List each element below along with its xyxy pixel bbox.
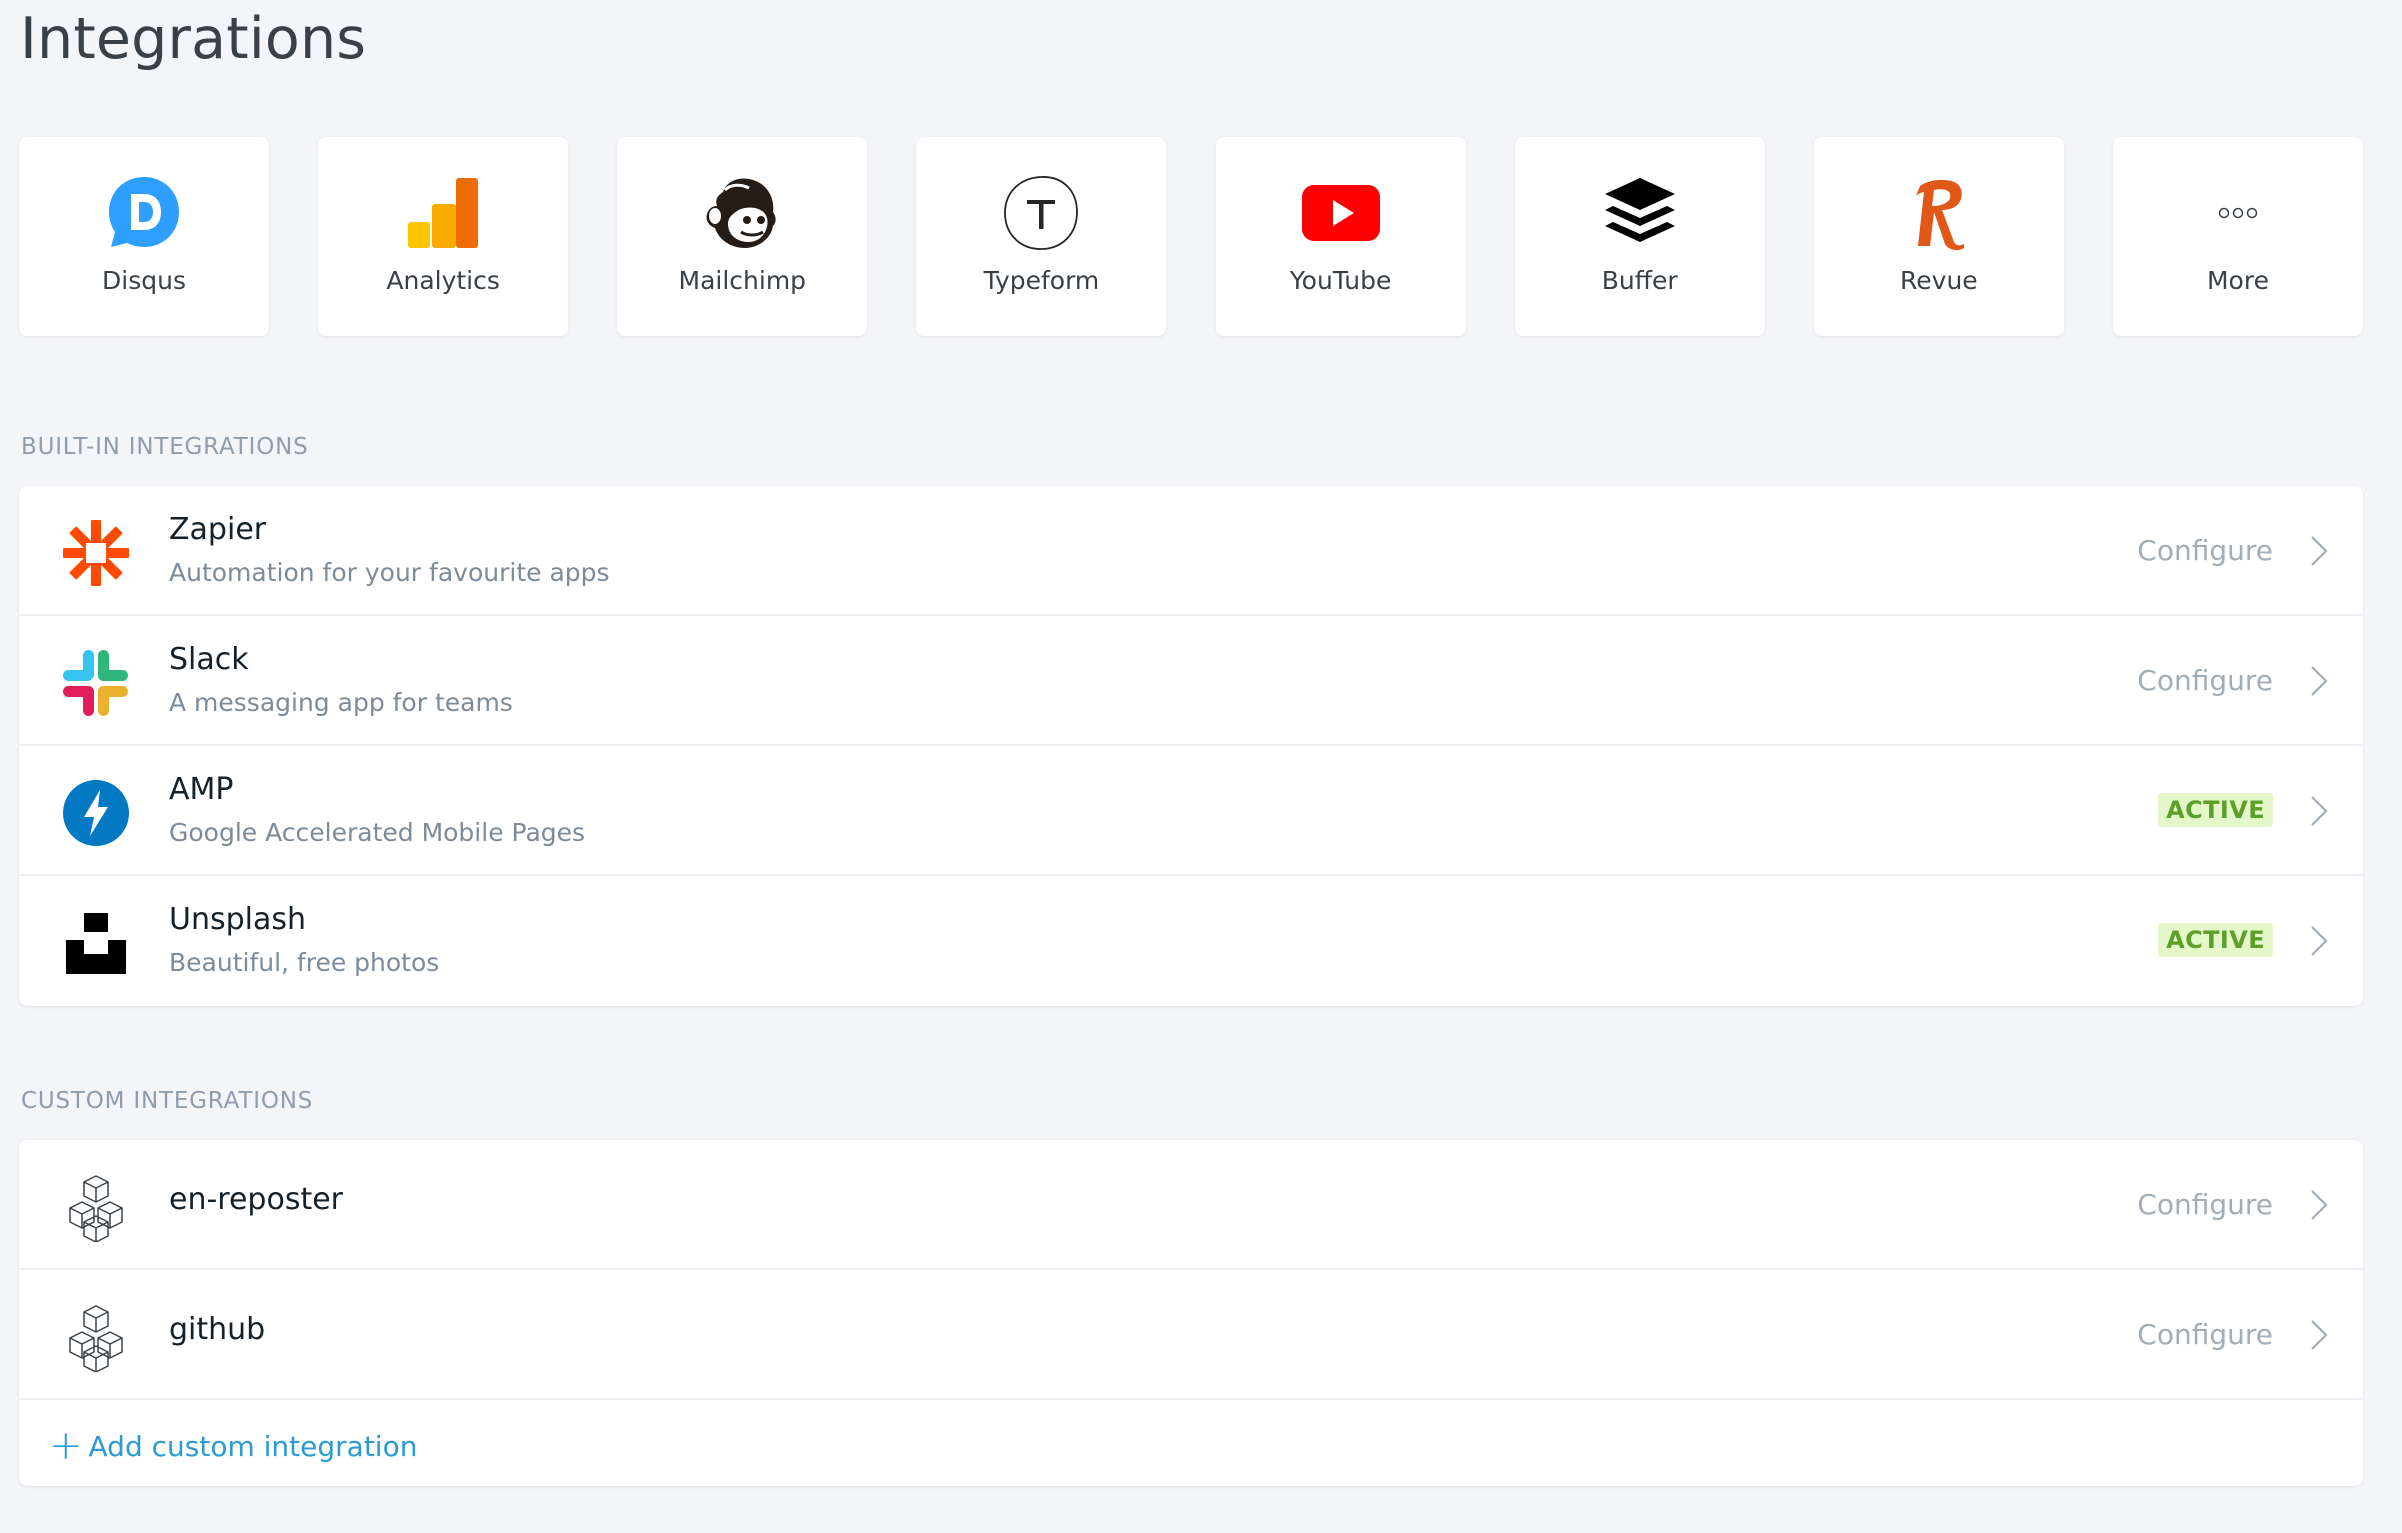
tile-typeform[interactable]: Typeform bbox=[916, 137, 1167, 336]
status-badge: ACTIVE bbox=[2158, 793, 2273, 827]
tile-mailchimp[interactable]: Mailchimp bbox=[617, 137, 868, 336]
page-title: Integrations bbox=[20, 6, 367, 72]
integration-row-unsplash[interactable]: Unsplash Beautiful, free photos ACTIVE bbox=[19, 876, 2363, 1006]
disqus-logo-icon bbox=[103, 172, 185, 254]
unsplash-logo-icon bbox=[61, 908, 131, 978]
cubes-icon bbox=[61, 1302, 131, 1372]
builtin-heading: BUILT-IN INTEGRATIONS bbox=[21, 434, 309, 460]
integration-name: AMP bbox=[169, 772, 234, 807]
integration-row-zapier[interactable]: Zapier Automation for your favourite app… bbox=[19, 486, 2363, 616]
integration-description: Google Accelerated Mobile Pages bbox=[169, 818, 586, 847]
configure-link[interactable]: Configure bbox=[2137, 534, 2273, 567]
zapier-logo-icon bbox=[61, 518, 131, 588]
chevron-right-icon bbox=[2307, 794, 2331, 828]
chevron-right-icon bbox=[2307, 1318, 2331, 1352]
tile-label: Disqus bbox=[102, 266, 186, 295]
integration-row-slack[interactable]: Slack A messaging app for teams Configur… bbox=[19, 616, 2363, 746]
custom-integrations-list: en-reposter Configure github Configure +… bbox=[19, 1140, 2363, 1486]
integration-name: Slack bbox=[169, 642, 249, 677]
builtin-integrations-list: Zapier Automation for your favourite app… bbox=[19, 486, 2363, 1006]
integration-description: Beautiful, free photos bbox=[169, 948, 440, 977]
typeform-logo-icon bbox=[1000, 172, 1082, 254]
buffer-logo-icon bbox=[1599, 172, 1681, 254]
tile-label: Analytics bbox=[386, 266, 500, 295]
revue-logo-icon bbox=[1898, 172, 1980, 254]
custom-heading: CUSTOM INTEGRATIONS bbox=[21, 1088, 314, 1114]
chevron-right-icon bbox=[2307, 534, 2331, 568]
tile-more[interactable]: More bbox=[2112, 137, 2363, 336]
amp-logo-icon bbox=[61, 778, 131, 848]
integration-name: en-reposter bbox=[169, 1182, 344, 1217]
tile-disqus[interactable]: Disqus bbox=[19, 137, 269, 336]
more-dots-icon bbox=[2197, 172, 2279, 254]
chevron-right-icon bbox=[2307, 924, 2331, 958]
tile-label: Mailchimp bbox=[678, 266, 807, 295]
add-custom-integration-label: Add custom integration bbox=[88, 1429, 418, 1463]
tile-label: YouTube bbox=[1289, 266, 1392, 295]
mailchimp-logo-icon bbox=[701, 172, 783, 254]
integration-row-github[interactable]: github Configure bbox=[19, 1270, 2363, 1400]
youtube-logo-icon bbox=[1300, 172, 1382, 254]
tile-label: Buffer bbox=[1601, 266, 1678, 295]
google-analytics-logo-icon bbox=[402, 172, 484, 254]
integration-name: Zapier bbox=[169, 512, 267, 547]
tile-buffer[interactable]: Buffer bbox=[1514, 137, 1765, 336]
chevron-right-icon bbox=[2307, 1188, 2331, 1222]
tile-label: More bbox=[2206, 266, 2269, 295]
add-custom-integration-button[interactable]: + Add custom integration bbox=[49, 1426, 417, 1466]
integration-description: A messaging app for teams bbox=[169, 688, 513, 717]
configure-link[interactable]: Configure bbox=[2137, 1188, 2273, 1221]
integrations-page: Integrations Disqus Analytics Mailchimp … bbox=[0, 0, 2402, 1533]
tile-revue[interactable]: Revue bbox=[1813, 137, 2064, 336]
tile-label: Typeform bbox=[983, 266, 1100, 295]
integration-row-amp[interactable]: AMP Google Accelerated Mobile Pages ACTI… bbox=[19, 746, 2363, 876]
integration-name: github bbox=[169, 1312, 266, 1347]
tile-youtube[interactable]: YouTube bbox=[1215, 137, 1466, 336]
chevron-right-icon bbox=[2307, 664, 2331, 698]
integration-description: Automation for your favourite apps bbox=[169, 558, 610, 587]
slack-logo-icon bbox=[61, 648, 131, 718]
tile-label: Revue bbox=[1900, 266, 1978, 295]
tile-analytics[interactable]: Analytics bbox=[318, 137, 569, 336]
status-badge: ACTIVE bbox=[2158, 923, 2273, 957]
cubes-icon bbox=[61, 1172, 131, 1242]
featured-integrations: Disqus Analytics Mailchimp Typeform YouT… bbox=[19, 137, 2363, 336]
plus-icon: + bbox=[49, 1423, 83, 1469]
add-custom-integration-row: + Add custom integration bbox=[19, 1400, 2363, 1486]
integration-row-en-reposter[interactable]: en-reposter Configure bbox=[19, 1140, 2363, 1270]
integration-name: Unsplash bbox=[169, 902, 307, 937]
configure-link[interactable]: Configure bbox=[2137, 664, 2273, 697]
configure-link[interactable]: Configure bbox=[2137, 1318, 2273, 1351]
